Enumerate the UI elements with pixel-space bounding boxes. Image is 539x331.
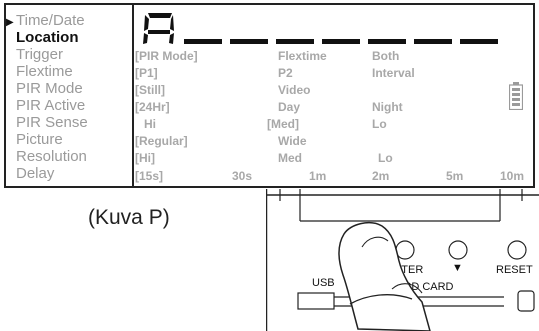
figure-caption: (Kuva P): [88, 206, 170, 229]
lcd-segment: [230, 39, 268, 44]
lcd-segment: [414, 39, 452, 44]
menu-item-resolution[interactable]: Resolution: [16, 149, 87, 164]
lcd-digit-a: [143, 13, 174, 44]
option-resolution-0: [Hi]: [135, 151, 155, 165]
reset-label: RESET: [496, 264, 533, 276]
option-flextime-2: Interval: [372, 66, 415, 80]
option-delay-3: 2m: [372, 169, 390, 183]
menu-item-pir-sense[interactable]: PIR Sense: [16, 115, 88, 130]
lcd-segment: [460, 39, 498, 44]
option-delay-4: 5m: [446, 169, 464, 183]
settings-menu: ▶ Time/Date Location Trigger Flextime PI…: [6, 5, 134, 186]
menu-item-location[interactable]: Location: [16, 30, 79, 45]
option-flextime-1: P2: [278, 66, 293, 80]
option-trigger-1: Flextime: [278, 49, 327, 63]
menu-item-time-date[interactable]: ▶ Time/Date: [6, 13, 85, 28]
option-picture-0: [Regular]: [135, 134, 188, 148]
option-delay-5: 10m: [500, 169, 525, 183]
option-pir-active-1: Day: [278, 100, 301, 114]
menu-item-pir-mode[interactable]: PIR Mode: [16, 81, 83, 96]
menu-item-delay[interactable]: Delay: [16, 166, 54, 181]
option-picture-1: Wide: [278, 134, 307, 148]
option-trigger-0: [PIR Mode]: [135, 49, 198, 63]
option-pir-active-2: Night: [372, 100, 403, 114]
option-pir-sense-2: Lo: [372, 117, 387, 131]
camera-control-panel: USB ENTER ▼ RESET SD CARD: [266, 189, 539, 331]
lcd-segment: [322, 39, 360, 44]
option-delay-2: 1m: [309, 169, 327, 183]
option-flextime-0: [P1]: [135, 66, 158, 80]
reset-button[interactable]: [507, 240, 527, 260]
menu-item-flextime[interactable]: Flextime: [16, 64, 73, 79]
option-pir-sense-1: [Med]: [267, 117, 299, 131]
menu-item-pir-active[interactable]: PIR Active: [16, 98, 85, 113]
option-pir-sense-0: Hi: [144, 117, 156, 131]
selection-arrow-icon: ▶: [6, 17, 14, 28]
option-delay-0: [15s]: [135, 169, 164, 183]
menu-item-picture[interactable]: Picture: [16, 132, 63, 147]
lcd-segment: [184, 39, 222, 44]
lcd-segment: [276, 39, 314, 44]
option-pir-active-0: [24Hr]: [135, 100, 170, 114]
option-trigger-2: Both: [372, 49, 400, 63]
option-delay-1: 30s: [232, 169, 253, 183]
option-resolution-1: Med: [278, 151, 302, 165]
battery-icon: [509, 82, 523, 110]
option-pir-mode-0: [Still]: [135, 83, 165, 97]
lcd-segment: [368, 39, 406, 44]
menu-item-trigger[interactable]: Trigger: [16, 47, 63, 62]
finger-pointer-icon: [338, 222, 431, 331]
option-pir-mode-1: Video: [278, 83, 311, 97]
option-resolution-2: Lo: [378, 151, 393, 165]
lcd-display: ▶ Time/Date Location Trigger Flextime PI…: [4, 3, 535, 188]
